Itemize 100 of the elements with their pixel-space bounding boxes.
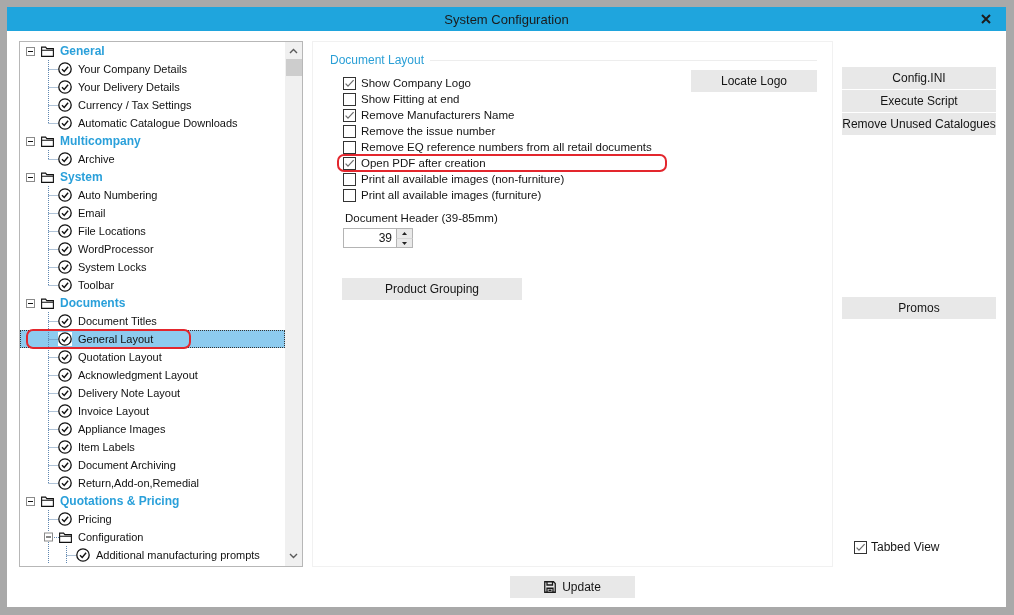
check-circle-icon [58,242,72,256]
check-circle-icon [58,206,72,220]
checkbox-label: Remove EQ reference numbers from all retail documents [361,141,652,153]
tree-item[interactable]: Quotation Layout [20,348,285,366]
checkbox[interactable] [343,188,356,202]
tree-line [48,348,58,366]
folder-icon [41,297,54,309]
tree-line [48,510,58,528]
tree-item[interactable]: Archive [20,150,285,168]
tree-item[interactable]: Invoice Layout [20,402,285,420]
tree-item[interactable]: Pricing [20,510,285,528]
close-icon [981,14,991,24]
check-circle-icon [58,350,72,364]
check-circle-icon [58,458,72,472]
product-grouping-button[interactable]: Product Grouping [342,278,522,300]
scroll-thumb[interactable] [285,59,302,76]
action-button[interactable]: Execute Script [842,90,996,112]
minus-box-icon[interactable] [26,172,35,182]
tree-item[interactable]: Acknowledgment Layout [20,366,285,384]
tree-item[interactable]: WordProcessor [20,240,285,258]
tree-item[interactable]: Item Labels [20,438,285,456]
tree-line [48,402,58,420]
checkbox-label: Print all available images (furniture) [361,189,542,201]
tree-line [48,204,58,222]
tree-item[interactable]: Additional manufacturing prompts [20,546,285,564]
tree-line [48,438,58,456]
tree-line [48,384,58,402]
tree-line [48,366,58,384]
action-button[interactable]: Config.INI [842,67,996,89]
checkbox[interactable] [343,108,356,122]
checkbox[interactable] [343,124,356,138]
tree-item[interactable]: Return,Add-on,Remedial [20,474,285,492]
check-circle-icon [58,116,72,130]
tree-line [48,546,76,564]
spin-down-button[interactable] [396,238,413,248]
checkbox-label: Remove Manufacturers Name [361,109,515,121]
check-circle-icon [58,260,72,274]
scrollbar[interactable] [285,42,302,566]
tree-item[interactable]: Document Archiving [20,456,285,474]
check-circle-icon [58,422,72,436]
locate-logo-button[interactable]: Locate Logo [691,70,817,92]
check-circle-icon [58,332,72,346]
tree-line [48,312,58,330]
tree-item[interactable]: Automatic Catalogue Downloads [20,114,285,132]
check-circle-icon [58,440,72,454]
minus-box-icon[interactable] [26,298,35,308]
check-circle-icon [58,476,72,490]
window-title: System Configuration [444,11,569,27]
minus-box-icon[interactable] [26,46,35,56]
checkbox[interactable] [854,540,867,554]
check-circle-icon [58,404,72,418]
checkbox-label: Show Company Logo [361,77,471,89]
tree-item[interactable]: Currency / Tax Settings [20,96,285,114]
checkbox[interactable] [343,92,356,106]
folder-icon [41,171,54,183]
action-button[interactable]: Remove Unused Catalogues [842,113,996,135]
tree-line [48,240,58,258]
tree-item[interactable]: Auto Numbering [20,186,285,204]
check-circle-icon [58,368,72,382]
check-circle-icon [58,188,72,202]
tree-item[interactable]: Document Titles [20,312,285,330]
checkbox[interactable] [343,156,356,170]
tree-item[interactable]: Configuration [20,528,285,546]
chevron-down-icon[interactable] [289,553,298,559]
check-circle-icon [58,512,72,526]
check-circle-icon [58,314,72,328]
minus-box-icon[interactable] [26,136,35,146]
tree-item[interactable]: General Layout [20,330,285,348]
chevron-up-icon[interactable] [289,48,298,54]
tree-line [48,78,58,96]
check-circle-icon [58,152,72,166]
minus-box-icon[interactable] [26,496,35,506]
tree-line [48,186,58,204]
field-label: Document Header (39-85mm) [345,211,498,225]
checkbox-label: Print all available images (non-furniture) [361,173,565,185]
checkbox[interactable] [343,76,356,90]
update-button[interactable]: Update [510,576,635,598]
tree-item[interactable]: Email [20,204,285,222]
group-title: Document Layout [330,53,425,67]
promos-button[interactable]: Promos [842,297,996,319]
check-circle-icon [58,386,72,400]
tree-line [48,60,58,78]
folder-icon [41,45,54,57]
folder-icon [59,531,72,543]
check-circle-icon [76,548,90,562]
tree-item[interactable]: File Locations [20,222,285,240]
checkbox-label: Show Fitting at end [361,93,460,105]
check-circle-icon [58,278,72,292]
tree-item[interactable]: Appliance Images [20,420,285,438]
tree-item[interactable]: Your Company Details [20,60,285,78]
checkbox[interactable] [343,140,356,154]
checkbox[interactable] [343,172,356,186]
folder-icon [41,495,54,507]
tree-item[interactable]: Your Delivery Details [20,78,285,96]
tree-item[interactable]: Toolbar [20,276,285,294]
tree-item[interactable]: Delivery Note Layout [20,384,285,402]
tree-line [48,420,58,438]
tree-line [48,330,58,348]
tree-item[interactable]: System Locks [20,258,285,276]
spin-up-button[interactable] [396,228,413,238]
